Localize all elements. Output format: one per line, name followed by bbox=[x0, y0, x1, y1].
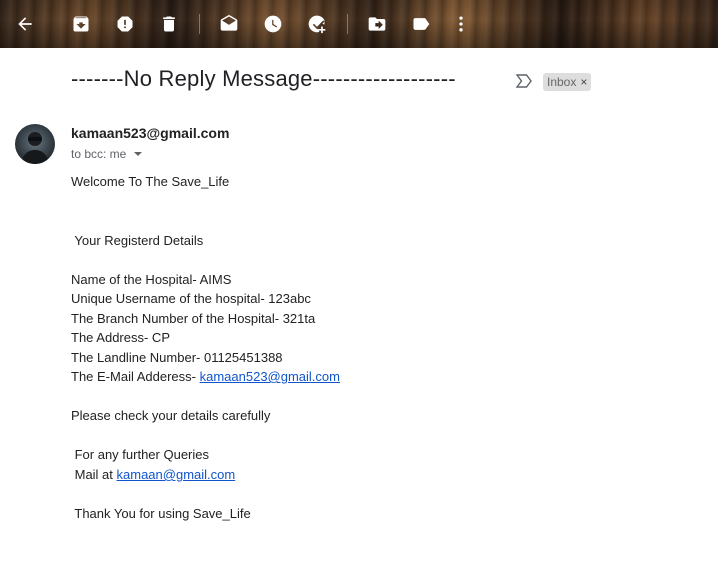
branch-number-line: The Branch Number of the Hospital- 321ta bbox=[71, 311, 316, 326]
recipients-line: to bcc: me bbox=[71, 147, 143, 161]
thanks-line: Thank You for using Save_Life bbox=[71, 506, 251, 521]
toolbar-divider bbox=[347, 14, 348, 34]
mark-unread-icon[interactable] bbox=[217, 12, 241, 36]
sender-avatar[interactable] bbox=[15, 124, 55, 164]
email-address-line: The E-Mail Adderess- kamaan523@gmail.com bbox=[71, 369, 340, 384]
queries-line: For any further Queries bbox=[71, 447, 209, 462]
snooze-icon[interactable] bbox=[261, 12, 285, 36]
inbox-label-text: Inbox bbox=[547, 75, 577, 89]
landline-line: The Landline Number- 01125451388 bbox=[71, 350, 283, 365]
back-arrow-icon[interactable] bbox=[13, 12, 37, 36]
sender-email[interactable]: kamaan523@gmail.com bbox=[71, 125, 229, 141]
mail-at-line: Mail at kamaan@gmail.com bbox=[71, 467, 236, 482]
remove-label-icon[interactable]: × bbox=[580, 75, 587, 89]
recipients-text: to bcc: me bbox=[71, 147, 127, 161]
label-icon[interactable] bbox=[409, 12, 433, 36]
email-address-label: The E-Mail Adderess- bbox=[71, 369, 200, 384]
address-line: The Address- CP bbox=[71, 330, 170, 345]
toolbar bbox=[0, 0, 718, 48]
more-options-icon[interactable] bbox=[449, 12, 473, 36]
inbox-label-chip: Inbox × bbox=[543, 73, 592, 91]
toolbar-divider bbox=[199, 14, 200, 34]
add-task-icon[interactable] bbox=[305, 12, 329, 36]
archive-icon[interactable] bbox=[69, 12, 93, 36]
username-line: Unique Username of the hospital- 123abc bbox=[71, 291, 311, 306]
welcome-line: Welcome To The Save_Life bbox=[71, 174, 230, 189]
report-spam-icon[interactable] bbox=[113, 12, 137, 36]
registered-details-heading: Your Registerd Details bbox=[71, 233, 204, 248]
check-details-line: Please check your details carefully bbox=[71, 408, 271, 423]
move-to-icon[interactable] bbox=[365, 12, 389, 36]
show-details-chevron-down-icon[interactable] bbox=[134, 152, 143, 156]
contact-email-link[interactable]: kamaan@gmail.com bbox=[117, 467, 236, 482]
hospital-name-line: Name of the Hospital- AIMS bbox=[71, 272, 232, 287]
importance-marker-icon[interactable] bbox=[515, 73, 533, 89]
email-address-link[interactable]: kamaan523@gmail.com bbox=[200, 369, 340, 384]
mail-at-label: Mail at bbox=[71, 467, 117, 482]
email-subject: -------No Reply Message-----------------… bbox=[71, 66, 456, 91]
delete-icon[interactable] bbox=[157, 12, 181, 36]
